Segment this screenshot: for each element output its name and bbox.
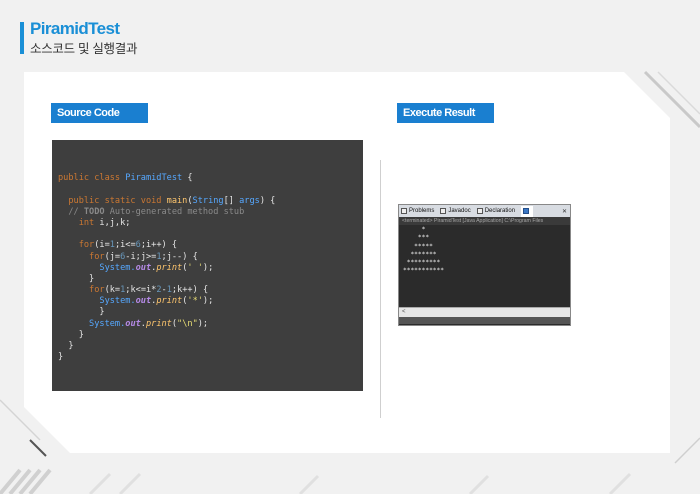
code-token: }	[58, 329, 84, 340]
code-token: System.	[58, 296, 136, 307]
code-token: {	[182, 173, 193, 184]
section-divider	[380, 160, 381, 418]
code-token: int	[58, 217, 100, 228]
code-line: }	[58, 307, 363, 318]
code-token: }	[58, 307, 105, 318]
code-line: for(j=6-i;j>=1;j--) {	[58, 252, 363, 263]
console-tab-bar: Problems Javadoc Declaration ✕	[399, 205, 570, 217]
code-token: for	[58, 251, 105, 262]
console-tab-label: Problems	[409, 208, 435, 214]
problems-icon	[401, 208, 407, 214]
code-token: //	[58, 206, 84, 217]
code-line: System.out.print("\n");	[58, 319, 363, 330]
source-code-label: Source Code	[51, 103, 148, 123]
console-window: Problems Javadoc Declaration ✕ <terminated>…	[398, 204, 571, 326]
code-token: (i=	[94, 240, 110, 251]
code-token: ;j--) {	[161, 251, 198, 262]
code-line: }	[58, 330, 363, 341]
execute-result-label: Execute Result	[397, 103, 494, 123]
code-token: -i;j>=	[125, 251, 157, 262]
close-icon[interactable]: ✕	[562, 208, 567, 215]
code-token: out	[125, 318, 141, 329]
code-token: print	[156, 262, 183, 273]
code-token: }	[58, 341, 74, 351]
code-line: for(i=1;i<=6;i++) {	[58, 240, 363, 251]
code-line: public static void main(String[] args) {	[58, 196, 363, 207]
code-token: PiramidTest	[125, 173, 183, 184]
code-token: ) {	[259, 195, 276, 206]
code-line: System.out.print('*');	[58, 296, 363, 307]
title-accent-bar	[20, 22, 24, 54]
console-tab-console[interactable]	[521, 205, 534, 217]
code-line: }	[58, 341, 363, 352]
code-token: );	[202, 262, 214, 273]
console-icon	[523, 208, 530, 214]
code-token: System.	[58, 318, 126, 329]
console-tab-declaration[interactable]: Declaration	[476, 208, 516, 214]
code-token: );	[197, 318, 209, 329]
code-line: public class PiramidTest {	[58, 173, 363, 184]
code-token: (k=	[104, 285, 121, 296]
code-token: print	[145, 318, 172, 329]
code-token: args	[239, 195, 260, 206]
code-line: // TODO Auto-generated method stub	[58, 207, 363, 218]
code-token: String	[192, 195, 224, 206]
code-token: );	[202, 296, 214, 307]
code-token: (j=	[104, 251, 121, 262]
console-output: * *** ***** ******* ********* **********…	[403, 226, 444, 275]
console-tab-problems[interactable]: Problems	[401, 208, 434, 214]
code-token: for	[58, 285, 105, 296]
code-token: TODO	[83, 206, 105, 217]
code-token: public static void	[58, 195, 167, 206]
code-token: i,j,k;	[99, 217, 131, 228]
code-token: []	[223, 195, 240, 206]
code-token: '*'	[187, 296, 203, 307]
code-token: Auto-generated method stub	[104, 206, 245, 217]
horizontal-scrollbar[interactable]: <	[399, 307, 570, 317]
code-token: "\n"	[177, 318, 198, 329]
console-tab-javadoc[interactable]: Javadoc	[440, 208, 471, 214]
code-line: System.out.print(' ');	[58, 263, 363, 274]
console-status: <terminated> PiramidTest [Java Applicati…	[399, 217, 570, 225]
code-line: for(k=1;k<=i*2-1;k++) {	[58, 285, 363, 296]
code-token: print	[156, 296, 183, 307]
code-line: }	[58, 352, 363, 363]
code-token: }	[58, 273, 95, 284]
code-block: public class PiramidTest { public static…	[52, 140, 363, 391]
code-token: System.	[58, 262, 136, 273]
code-token: ;i++) {	[140, 240, 178, 251]
code-token: out	[135, 262, 152, 273]
code-token: ' '	[187, 262, 203, 273]
code-token: ;k++) {	[171, 285, 209, 296]
code-token: public class	[58, 173, 126, 184]
page-title: PiramidTest	[30, 19, 120, 38]
code-token: ;i<=	[114, 240, 136, 251]
code-token: ;k<=i*	[125, 285, 157, 296]
declaration-icon	[476, 208, 483, 214]
code-token: for	[58, 240, 95, 251]
console-tab-label: Javadoc	[448, 208, 471, 214]
page-subtitle: 소스코드 및 실행결과	[30, 42, 138, 56]
code-token: }	[58, 352, 64, 363]
console-bottom-bar	[399, 317, 570, 324]
javadoc-icon	[440, 208, 447, 214]
console-tab-label: Declaration	[484, 208, 516, 214]
code-token: main	[166, 195, 188, 206]
code-token: out	[135, 296, 152, 307]
code-line: int i,j,k;	[58, 218, 363, 229]
code-line: }	[58, 274, 363, 285]
